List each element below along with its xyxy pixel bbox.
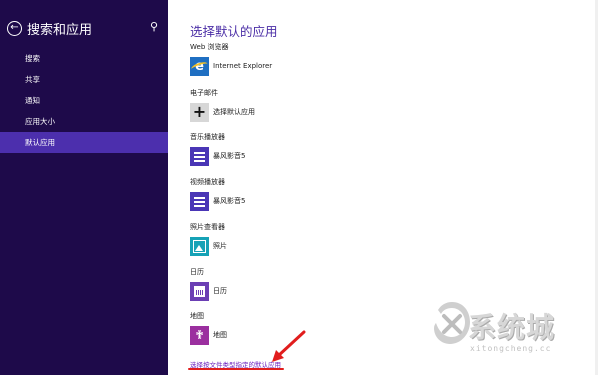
photos-icon bbox=[190, 236, 209, 256]
sidebar-item-search[interactable]: 搜索 bbox=[0, 48, 168, 69]
default-app-video-player[interactable]: 暴风影音5 bbox=[190, 190, 245, 212]
app-name: 选择默认应用 bbox=[213, 108, 255, 116]
internet-explorer-icon: e bbox=[190, 56, 209, 76]
app-name: Internet Explorer bbox=[213, 62, 273, 70]
sidebar-item-share[interactable]: 共享 bbox=[0, 69, 168, 90]
app-name: 暴风影音5 bbox=[213, 152, 246, 160]
back-arrow-icon: ← bbox=[10, 22, 19, 33]
sidebar-header: ← 搜索和应用 ⚲ bbox=[7, 17, 162, 39]
section-label: 电子邮件 bbox=[190, 89, 218, 97]
section-calendar: 日历 日历 bbox=[190, 266, 227, 302]
section-label: 视频播放器 bbox=[190, 178, 225, 186]
default-app-calendar[interactable]: 日历 bbox=[190, 280, 227, 302]
section-maps: 地图 ✟ 地图 bbox=[190, 310, 227, 346]
section-web-browser: Web 浏览器 e Internet Explorer bbox=[190, 41, 272, 77]
app-name: 地图 bbox=[213, 331, 227, 339]
app-name: 暴风影音5 bbox=[213, 197, 246, 205]
section-label: 音乐播放器 bbox=[190, 133, 225, 141]
default-app-email[interactable]: + 选择默认应用 bbox=[190, 101, 255, 123]
sidebar-nav: 搜索 共享 通知 应用大小 默认应用 bbox=[0, 48, 168, 153]
search-icon[interactable]: ⚲ bbox=[150, 20, 158, 33]
section-video-player: 视频播放器 暴风影音5 bbox=[190, 176, 245, 212]
calendar-icon bbox=[190, 281, 209, 301]
section-photo-viewer: 照片查看器 照片 bbox=[190, 221, 227, 257]
app-name: 照片 bbox=[213, 242, 227, 250]
annotation-underline bbox=[188, 368, 284, 370]
maps-icon: ✟ bbox=[190, 325, 209, 345]
scrollbar[interactable] bbox=[595, 0, 598, 375]
section-label: 地图 bbox=[190, 312, 204, 320]
section-email: 电子邮件 + 选择默认应用 bbox=[190, 87, 255, 123]
player-icon bbox=[190, 146, 209, 166]
sidebar-item-notifications[interactable]: 通知 bbox=[0, 90, 168, 111]
watermark: 系统城 xitongcheng.cc bbox=[432, 300, 592, 360]
section-label: 日历 bbox=[190, 268, 204, 276]
sidebar-item-default-apps[interactable]: 默认应用 bbox=[0, 132, 168, 153]
sidebar-title: 搜索和应用 bbox=[27, 22, 93, 38]
watermark-logo-icon bbox=[434, 302, 470, 344]
app-name: 日历 bbox=[213, 287, 227, 295]
sidebar-item-app-sizes[interactable]: 应用大小 bbox=[0, 111, 168, 132]
annotation-arrow-icon bbox=[272, 330, 306, 362]
default-app-maps[interactable]: ✟ 地图 bbox=[190, 324, 227, 346]
default-app-photo-viewer[interactable]: 照片 bbox=[190, 235, 227, 257]
watermark-text: 系统城 bbox=[468, 311, 556, 344]
watermark-subtext: xitongcheng.cc bbox=[470, 344, 552, 353]
default-app-music-player[interactable]: 暴风影音5 bbox=[190, 145, 245, 167]
player-icon bbox=[190, 191, 209, 211]
section-label: Web 浏览器 bbox=[190, 43, 229, 51]
settings-sidebar: ← 搜索和应用 ⚲ 搜索 共享 通知 应用大小 默认应用 bbox=[0, 0, 168, 375]
section-label: 照片查看器 bbox=[190, 223, 225, 231]
section-music-player: 音乐播放器 暴风影音5 bbox=[190, 131, 245, 167]
back-button[interactable]: ← bbox=[7, 20, 22, 36]
plus-icon: + bbox=[190, 102, 209, 122]
default-app-web-browser[interactable]: e Internet Explorer bbox=[190, 55, 272, 77]
page-title: 选择默认的应用 bbox=[190, 24, 278, 39]
